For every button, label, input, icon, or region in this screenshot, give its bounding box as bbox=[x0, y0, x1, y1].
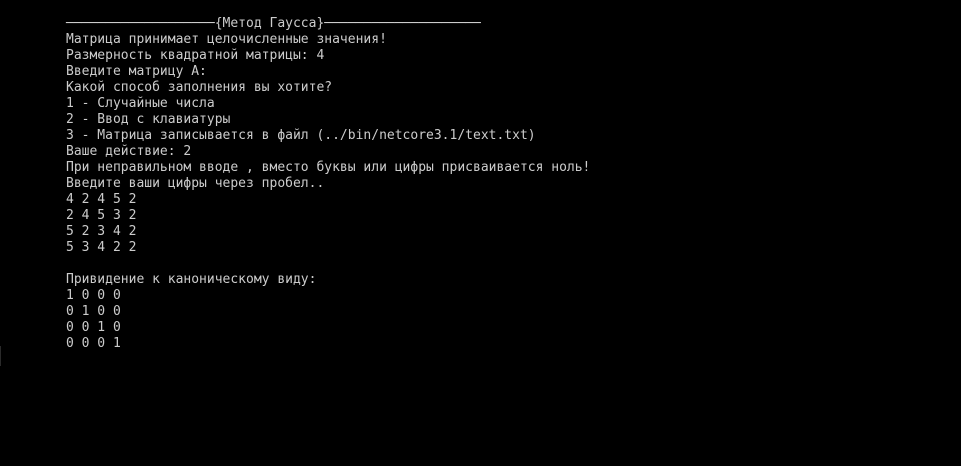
result-matrix-row: 0 1 0 0 bbox=[66, 304, 121, 319]
console-output: ───────────────────{Метод Гаусса}───────… bbox=[66, 16, 590, 352]
input-matrix-row: 4 2 4 5 2 bbox=[66, 192, 137, 207]
input-matrix-row: 2 4 5 3 2 bbox=[66, 208, 137, 223]
input-matrix-row: 5 2 3 4 2 bbox=[66, 224, 137, 239]
matrix-size-line: Размерность квадратной матрицы: 4 bbox=[66, 48, 325, 63]
menu-option-random: 1 - Случайные числа bbox=[66, 96, 215, 111]
enter-matrix-prompt: Введите матрицу A: bbox=[66, 64, 207, 79]
result-matrix-row: 0 0 1 0 bbox=[66, 320, 121, 335]
action-prompt: Ваше действие: 2 bbox=[66, 144, 192, 159]
result-matrix-row: 0 0 0 1 bbox=[66, 336, 121, 351]
digits-prompt: Введите ваши цифры через пробел.. bbox=[66, 176, 325, 191]
result-matrix-row: 1 0 0 0 bbox=[66, 288, 121, 303]
header-line: ───────────────────{Метод Гаусса}───────… bbox=[66, 16, 481, 31]
input-matrix-row: 5 3 4 2 2 bbox=[66, 240, 137, 255]
window-edge-divider bbox=[0, 346, 1, 366]
intro-line: Матрица принимает целочисленные значения… bbox=[66, 32, 387, 47]
canonical-title: Привидение к каноническому виду: bbox=[66, 272, 317, 287]
menu-option-file: 3 - Матрица записывается в файл (../bin/… bbox=[66, 128, 536, 143]
menu-option-keyboard: 2 - Ввод с клавиатуры bbox=[66, 112, 231, 127]
fill-method-question: Какой способ заполнения вы хотите? bbox=[66, 80, 333, 95]
input-warning: При неправильном вводе , вместо буквы ил… bbox=[66, 160, 591, 175]
console-window[interactable]: ───────────────────{Метод Гаусса}───────… bbox=[0, 0, 961, 466]
